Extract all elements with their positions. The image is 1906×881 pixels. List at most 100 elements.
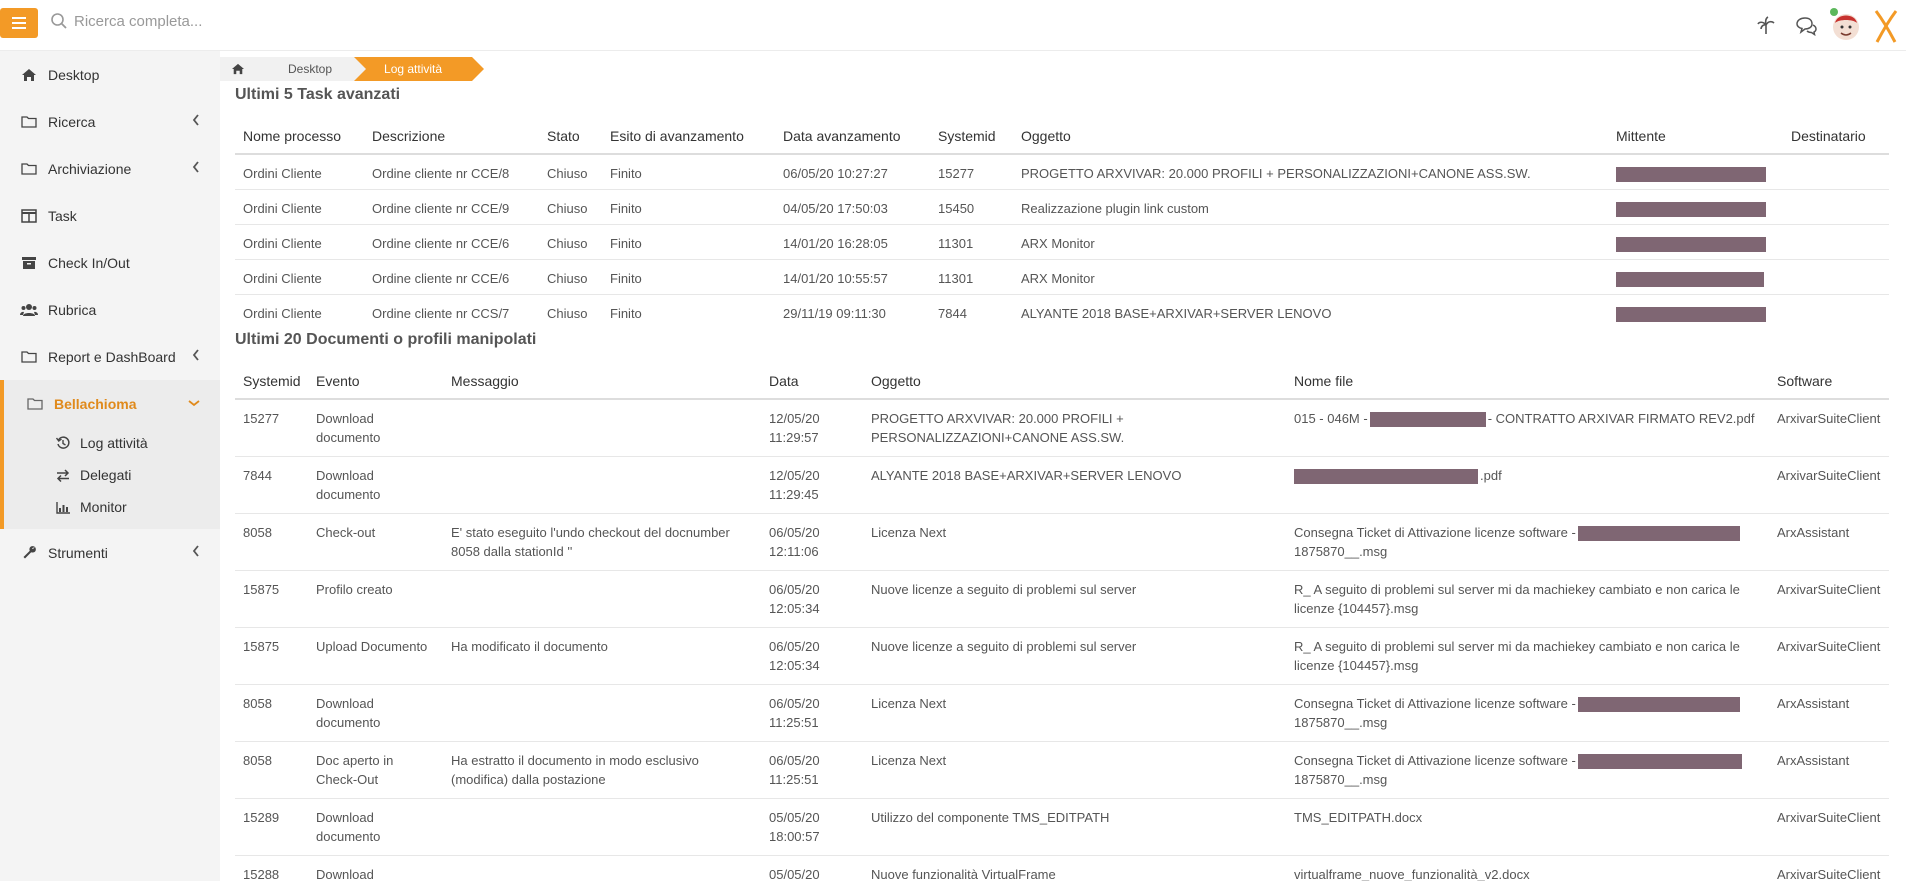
- cell-data: 06/05/20 12:05:34: [761, 570, 863, 628]
- cell-oggetto: ARX Monitor: [1013, 223, 1608, 259]
- sidebar-subitem-delegati[interactable]: Delegati: [4, 459, 220, 491]
- search-icon: [51, 13, 67, 29]
- cell-systemid: 15277: [930, 153, 1013, 189]
- sidebar-item-label: Desktop: [48, 66, 100, 83]
- column-header[interactable]: Oggetto: [863, 363, 1286, 400]
- table-row[interactable]: 15875 Upload Documento Ha modificato il …: [235, 627, 1889, 685]
- sidebar-item-ricerca[interactable]: Ricerca: [0, 98, 220, 145]
- cell-mittente: [1608, 223, 1783, 259]
- table-row[interactable]: 7844 Download documento 12/05/20 11:29:4…: [235, 456, 1889, 514]
- cell-systemid: 7844: [235, 456, 308, 514]
- table-row[interactable]: Ordini Cliente Ordine cliente nr CCE/9 C…: [235, 188, 1889, 224]
- sidebar-subitem-log-attivita[interactable]: Log attività: [4, 427, 220, 459]
- file-name-suffix: 1875870__.msg: [1294, 544, 1388, 559]
- cell-messaggio: [443, 684, 761, 742]
- column-header[interactable]: Oggetto: [1013, 118, 1608, 155]
- column-header[interactable]: Nome processo: [235, 118, 364, 155]
- column-header[interactable]: Nome file: [1286, 363, 1769, 400]
- cell-systemid: 11301: [930, 223, 1013, 259]
- user-avatar-button[interactable]: [1826, 6, 1866, 46]
- sidebar-subitem-monitor[interactable]: Monitor: [4, 491, 220, 523]
- cell-destinatario: [1783, 258, 1889, 294]
- table-row[interactable]: Ordini Cliente Ordine cliente nr CCS/7 C…: [235, 293, 1889, 329]
- sidebar-item-bellachioma[interactable]: Bellachioma: [4, 380, 220, 427]
- palm-tree-icon: [1757, 15, 1775, 34]
- column-header[interactable]: Esito di avanzamento: [602, 118, 775, 155]
- cell-data: 06/05/20 12:11:06: [761, 513, 863, 571]
- cell-evento: Download documento: [308, 855, 443, 881]
- sidebar-item-strumenti[interactable]: Strumenti: [0, 529, 220, 576]
- home-icon: [232, 63, 244, 75]
- chat-button[interactable]: [1786, 6, 1826, 46]
- cell-esito: Finito: [602, 153, 775, 189]
- cell-data: 04/05/20 17:50:03: [775, 188, 930, 224]
- table-row[interactable]: 8058 Download documento 06/05/20 11:25:5…: [235, 684, 1889, 742]
- cell-messaggio: [443, 855, 761, 881]
- redacted-block: [1577, 697, 1740, 713]
- menu-icon: [12, 17, 26, 29]
- sidebar-item-rubrica[interactable]: Rubrica: [0, 286, 220, 333]
- cell-oggetto: Realizzazione plugin link custom: [1013, 188, 1608, 224]
- sidebar-item-desktop[interactable]: Desktop: [0, 51, 220, 98]
- sidebar-group-bellachioma: Bellachioma Log attività Delegati Monito…: [0, 380, 220, 529]
- folder-icon: [20, 113, 38, 131]
- sidebar-item-label: Strumenti: [48, 544, 108, 561]
- sidebar-item-task[interactable]: Task: [0, 192, 220, 239]
- column-header[interactable]: Messaggio: [443, 363, 761, 400]
- breadcrumb: Desktop Log attività: [220, 57, 485, 81]
- table-row[interactable]: Ordini Cliente Ordine cliente nr CCE/6 C…: [235, 223, 1889, 259]
- cell-data: 05/05/20 18:00:57: [761, 798, 863, 856]
- cell-evento: Download documento: [308, 798, 443, 856]
- column-header[interactable]: Systemid: [235, 363, 308, 400]
- hamburger-menu-button[interactable]: [0, 8, 38, 38]
- column-header[interactable]: Data avanzamento: [775, 118, 930, 155]
- cell-systemid: 15277: [235, 398, 308, 457]
- column-header[interactable]: Destinatario: [1783, 118, 1889, 155]
- cell-systemid: 8058: [235, 684, 308, 742]
- cell-evento: Doc aperto in Check-Out: [308, 741, 443, 799]
- cell-oggetto: ARX Monitor: [1013, 258, 1608, 294]
- table-row[interactable]: 15875 Profilo creato 06/05/20 12:05:34 N…: [235, 570, 1889, 628]
- table-row[interactable]: 8058 Check-out E' stato eseguito l'undo …: [235, 513, 1889, 571]
- sidebar-item-archiviazione[interactable]: Archiviazione: [0, 145, 220, 192]
- cell-software: ArxivarSuiteClient: [1769, 570, 1889, 628]
- table-row[interactable]: 8058 Doc aperto in Check-Out Ha estratto…: [235, 741, 1889, 799]
- breadcrumb-desktop[interactable]: Desktop: [256, 57, 355, 81]
- chart-icon: [56, 499, 74, 515]
- cell-nome-file: R_ A seguito di problemi sul server mi d…: [1286, 570, 1769, 628]
- breadcrumb-home[interactable]: [220, 57, 256, 81]
- cell-oggetto: Licenza Next: [863, 741, 1286, 799]
- file-name-prefix: Consegna Ticket di Attivazione licenze s…: [1294, 525, 1576, 540]
- column-header[interactable]: Evento: [308, 363, 443, 400]
- cell-systemid: 15288: [235, 855, 308, 881]
- file-name-prefix: 015 - 046M -: [1294, 411, 1368, 426]
- plugin-button[interactable]: [1746, 6, 1786, 46]
- table-row[interactable]: Ordini Cliente Ordine cliente nr CCE/6 C…: [235, 258, 1889, 294]
- cell-oggetto: Licenza Next: [863, 684, 1286, 742]
- cell-oggetto: Nuove funzionalità VirtualFrame: [863, 855, 1286, 881]
- cell-destinatario: [1783, 223, 1889, 259]
- cell-esito: Finito: [602, 258, 775, 294]
- cell-descrizione: Ordine cliente nr CCS/7: [364, 293, 539, 329]
- sidebar-item-report-dashboard[interactable]: Report e DashBoard: [0, 333, 220, 380]
- column-header[interactable]: Data: [761, 363, 863, 400]
- cell-data: 14/01/20 10:55:57: [775, 258, 930, 294]
- folder-open-icon: [26, 395, 44, 413]
- cell-mittente: [1608, 258, 1783, 294]
- column-header[interactable]: Descrizione: [364, 118, 539, 155]
- table-row[interactable]: 15288 Download documento 05/05/20 18:00:…: [235, 855, 1889, 881]
- cell-messaggio: Ha estratto il documento in modo esclusi…: [443, 741, 761, 799]
- sidebar-item-check-in-out[interactable]: Check In/Out: [0, 239, 220, 286]
- column-header[interactable]: Software: [1769, 363, 1889, 400]
- column-header[interactable]: Stato: [539, 118, 602, 155]
- table-row[interactable]: 15289 Download documento 05/05/20 18:00:…: [235, 798, 1889, 856]
- table-row[interactable]: 15277 Download documento 12/05/20 11:29:…: [235, 398, 1889, 457]
- tasks-table: Nome processo Descrizione Stato Esito di…: [235, 118, 1889, 329]
- redacted-block: [1616, 201, 1766, 217]
- column-header[interactable]: Mittente: [1608, 118, 1783, 155]
- search-input[interactable]: [74, 12, 374, 30]
- cell-messaggio: E' stato eseguito l'undo checkout del do…: [443, 513, 761, 571]
- table-row[interactable]: Ordini Cliente Ordine cliente nr CCE/8 C…: [235, 153, 1889, 189]
- sidebar: Desktop Ricerca Archiviazione Task Check…: [0, 51, 220, 881]
- column-header[interactable]: Systemid: [930, 118, 1013, 155]
